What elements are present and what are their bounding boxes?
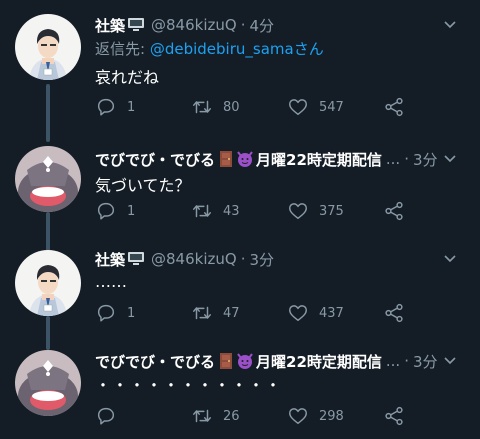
computer-emoji-icon: [127, 17, 145, 33]
like-button[interactable]: 375: [287, 199, 344, 223]
chevron-down-icon[interactable]: [442, 150, 458, 170]
retweet-icon: [193, 204, 211, 218]
retweet-button[interactable]: 47: [191, 301, 240, 325]
reply-to-label: 返信先:: [95, 40, 150, 58]
share-button[interactable]: [383, 199, 405, 223]
retweet-count: 80: [223, 99, 240, 115]
retweet-button[interactable]: 43: [191, 199, 240, 223]
author-name-group[interactable]: でびでび・でびる 月曜22時定期配信 ...: [95, 149, 400, 170]
tweet[interactable]: でびでび・でびる 月曜22時定期配信 ... · 3分 気づいてた？ 1 43 …: [0, 140, 480, 240]
timestamp[interactable]: 4分: [249, 15, 274, 36]
reply-count: 1: [127, 305, 136, 321]
tweet-text: 気づいてた？: [95, 176, 191, 195]
like-count: 437: [319, 305, 344, 321]
tweet-text: ……: [95, 272, 127, 291]
like-count: 547: [319, 99, 344, 115]
retweet-count: 43: [223, 203, 240, 219]
avatar-shachiku[interactable]: [15, 14, 81, 80]
retweet-button[interactable]: 26: [191, 404, 240, 428]
author-handle[interactable]: @846kizuQ: [151, 250, 237, 268]
share-button[interactable]: [383, 301, 405, 325]
tweet-actions: 26 298: [95, 404, 415, 428]
tweet-thread: 社築 @846kizuQ · 4分 返信先: @debidebiru_samaさ…: [0, 0, 480, 439]
tweet[interactable]: 社築 @846kizuQ · 4分 返信先: @debidebiru_samaさ…: [0, 0, 480, 130]
author-name-suffix[interactable]: 月曜22時定期配信: [256, 351, 382, 372]
like-button[interactable]: 298: [287, 404, 344, 428]
author-name[interactable]: 社築: [95, 249, 125, 270]
like-count: 375: [319, 203, 344, 219]
like-icon: [289, 408, 307, 425]
timestamp[interactable]: 3分: [249, 249, 274, 270]
retweet-icon: [193, 306, 211, 320]
retweet-count: 47: [223, 305, 240, 321]
retweet-icon: [193, 409, 211, 423]
author-name-suffix[interactable]: 月曜22時定期配信: [256, 149, 382, 170]
reply-button[interactable]: 1: [95, 301, 135, 325]
share-icon: [385, 97, 403, 117]
share-button[interactable]: [383, 95, 405, 119]
share-icon: [385, 406, 403, 426]
author-name[interactable]: でびでび・でびる: [95, 149, 215, 170]
devil-emoji-icon: [236, 352, 254, 370]
author-handle[interactable]: @846kizuQ: [151, 16, 237, 34]
tweet[interactable]: 社築 @846kizuQ · 3分 …… 1 47 437: [0, 242, 480, 342]
like-icon: [289, 305, 307, 322]
avatar-shachiku[interactable]: [15, 250, 81, 316]
tweet-actions: 1 80 547: [95, 95, 415, 119]
like-button[interactable]: 437: [287, 301, 344, 325]
reply-icon: [97, 98, 115, 116]
timestamp[interactable]: 3分: [413, 149, 438, 170]
tweet-actions: 1 43 375: [95, 199, 415, 223]
author-name[interactable]: でびでび・でびる: [95, 351, 215, 372]
reply-icon: [97, 202, 115, 220]
separator-dot: ·: [240, 16, 246, 34]
retweet-count: 26: [223, 408, 240, 424]
avatar-debidebi[interactable]: [15, 146, 81, 212]
reply-button[interactable]: 1: [95, 199, 135, 223]
reply-to-line: 返信先: @debidebiru_samaさん: [95, 38, 324, 59]
reply-button[interactable]: [95, 404, 127, 428]
reply-icon: [97, 304, 115, 322]
like-count: 298: [319, 408, 344, 424]
name-ellipsis: ...: [385, 150, 401, 168]
tweet-text: ・・・・・・・・・・・: [95, 376, 283, 395]
tweet-text: 哀れだね: [95, 68, 160, 87]
reply-mention-link[interactable]: @debidebiru_samaさん: [150, 40, 324, 58]
retweet-button[interactable]: 80: [191, 95, 240, 119]
author-name-group[interactable]: でびでび・でびる 月曜22時定期配信 ...: [95, 351, 400, 372]
like-button[interactable]: 547: [287, 95, 344, 119]
chevron-down-icon[interactable]: [442, 16, 458, 36]
separator-dot: ·: [240, 250, 246, 268]
like-icon: [289, 203, 307, 220]
tweet-actions: 1 47 437: [95, 301, 415, 325]
share-icon: [385, 303, 403, 323]
reply-count: 1: [127, 99, 136, 115]
reply-icon: [97, 407, 115, 425]
share-icon: [385, 201, 403, 221]
reply-count: 1: [127, 203, 136, 219]
computer-emoji-icon: [127, 251, 145, 267]
retweet-icon: [193, 100, 211, 114]
share-button[interactable]: [383, 404, 405, 428]
like-icon: [289, 99, 307, 116]
author-name[interactable]: 社築: [95, 15, 125, 36]
name-ellipsis: ...: [385, 352, 401, 370]
separator-dot: ·: [404, 352, 409, 370]
chevron-down-icon[interactable]: [442, 352, 458, 372]
separator-dot: ·: [404, 150, 409, 168]
timestamp[interactable]: 3分: [413, 351, 438, 372]
chevron-down-icon[interactable]: [442, 250, 458, 270]
avatar-debidebi[interactable]: [15, 350, 81, 416]
door-emoji-icon: [219, 150, 233, 168]
reply-button[interactable]: 1: [95, 95, 135, 119]
door-emoji-icon: [219, 352, 233, 370]
tweet[interactable]: でびでび・でびる 月曜22時定期配信 ... · 3分 ・・・・・・・・・・・: [0, 344, 480, 439]
devil-emoji-icon: [236, 150, 254, 168]
